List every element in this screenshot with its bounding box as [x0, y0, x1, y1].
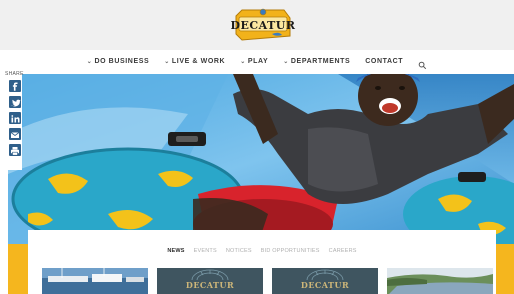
tab-notices[interactable]: NOTICES: [226, 248, 252, 254]
tab-events[interactable]: EVENTS: [194, 248, 217, 254]
nav-item-label: LIVE & WORK: [171, 57, 226, 65]
accent-bar-left: [8, 244, 28, 294]
marina-photo: [42, 268, 148, 294]
search-icon-graphic: [418, 61, 427, 69]
linkedin-icon-graphic: [11, 115, 20, 123]
card-logo-word: DECATUR: [185, 280, 235, 290]
nav-item-contact[interactable]: CONTACT: [365, 58, 403, 65]
hero-image: [8, 74, 514, 244]
hero-slideshow[interactable]: [8, 74, 514, 244]
tab-bid-opportunities[interactable]: BID OPPORTUNITIES: [261, 248, 320, 254]
search-icon[interactable]: [418, 57, 427, 69]
tab-news[interactable]: NEWS: [167, 248, 184, 254]
chevron-down-icon: ⌄: [240, 58, 246, 65]
linkedin-icon[interactable]: [9, 112, 21, 124]
site-logo[interactable]: DECATUR: [228, 6, 298, 44]
facebook-icon[interactable]: [9, 80, 21, 92]
email-icon-graphic: [10, 132, 20, 138]
nav-item-do-business[interactable]: ⌄ DO BUSINESS: [87, 58, 149, 65]
river-photo: [387, 268, 493, 294]
share-label: SHARE: [5, 71, 24, 77]
news-card[interactable]: [42, 268, 148, 294]
facebook-icon-graphic: [12, 82, 18, 91]
card-logo-word: DECATUR: [300, 280, 350, 290]
nav-item-label: PLAY: [247, 57, 269, 65]
chevron-down-icon: ⌄: [86, 58, 93, 65]
tab-careers[interactable]: CAREERS: [329, 248, 357, 254]
logo-wordmark: DECATUR: [230, 19, 296, 32]
news-card[interactable]: DECATUR: [272, 268, 378, 294]
page: DECATUR ⌄ DO BUSINESS ⌄ LIVE & WORK ⌄ PLAY …: [0, 0, 514, 294]
news-card[interactable]: [387, 268, 493, 294]
share-rail: SHARE: [0, 70, 24, 170]
nav-item-label: CONTACT: [365, 57, 404, 65]
site-header: DECATUR: [0, 0, 514, 50]
twitter-icon-graphic: [11, 99, 21, 107]
nav-item-label: DEPARTMENTS: [290, 57, 351, 65]
nav-item-label: DO BUSINESS: [94, 57, 150, 65]
accent-bar-right: [496, 244, 514, 294]
main-nav: ⌄ DO BUSINESS ⌄ LIVE & WORK ⌄ PLAY ⌄ DEPARTM…: [0, 52, 514, 70]
print-icon[interactable]: [9, 144, 21, 156]
chevron-down-icon: ⌄: [164, 58, 170, 65]
print-icon-graphic: [11, 147, 19, 156]
email-icon[interactable]: [9, 128, 21, 140]
chevron-down-icon: ⌄: [283, 58, 289, 65]
news-card[interactable]: DECATUR: [157, 268, 263, 294]
nav-item-departments[interactable]: ⌄ DEPARTMENTS: [283, 58, 350, 65]
twitter-icon[interactable]: [9, 96, 21, 108]
nav-item-live-work[interactable]: ⌄ LIVE & WORK: [164, 58, 225, 65]
news-panel: NEWS EVENTS NOTICES BID OPPORTUNITIES CA…: [28, 230, 496, 294]
nav-item-play[interactable]: ⌄ PLAY: [240, 58, 268, 65]
news-tabs: NEWS EVENTS NOTICES BID OPPORTUNITIES CA…: [28, 248, 496, 254]
